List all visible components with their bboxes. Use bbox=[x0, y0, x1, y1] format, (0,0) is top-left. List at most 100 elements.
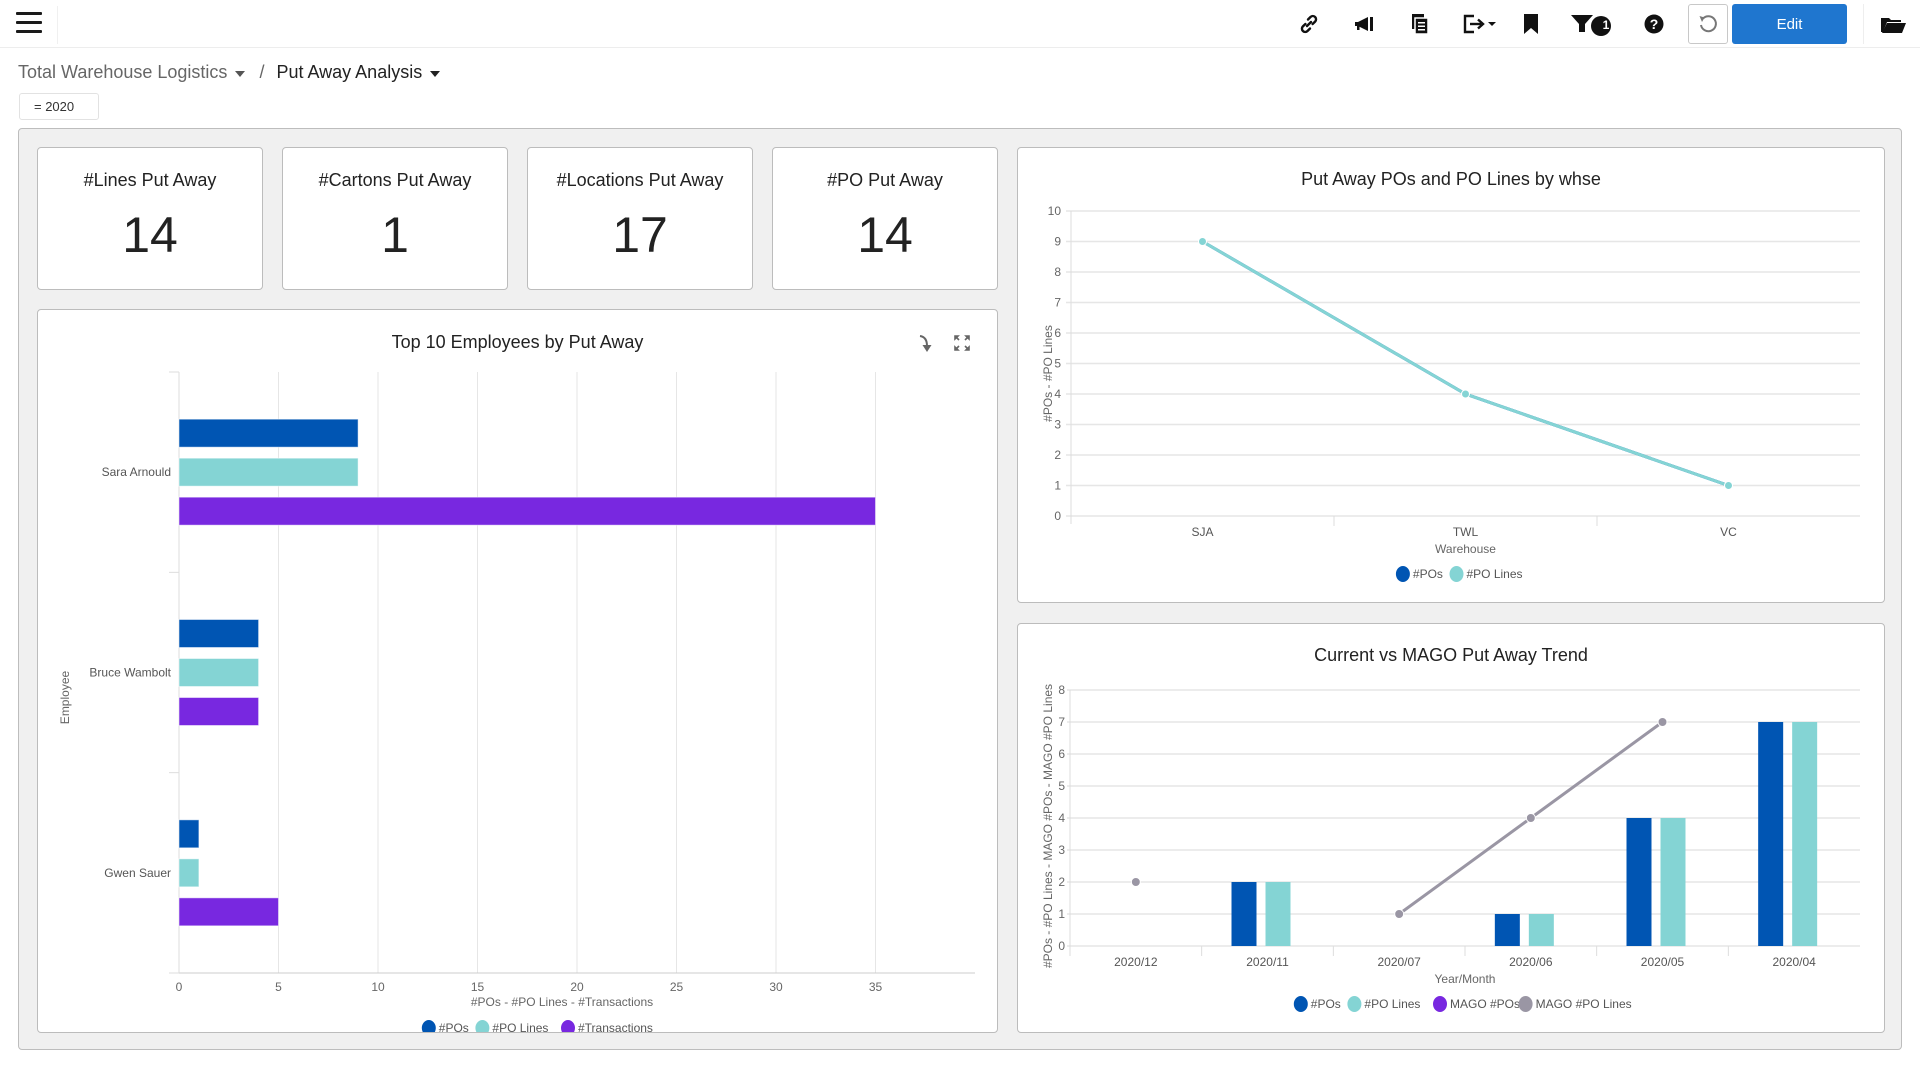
legend-label: MAGO #PO Lines bbox=[1536, 997, 1632, 1011]
filter-badge-count: 1 bbox=[1602, 18, 1610, 32]
y-tick-label: 8 bbox=[1054, 265, 1061, 279]
svg-text:?: ? bbox=[1650, 16, 1659, 32]
export-icon[interactable] bbox=[1460, 12, 1500, 36]
kpi-value: 1 bbox=[381, 207, 409, 263]
y-tick-label: 6 bbox=[1054, 326, 1061, 340]
bar bbox=[178, 819, 200, 849]
x-axis-label: #POs - #PO Lines - #Transactions bbox=[471, 995, 653, 1009]
refresh-icon bbox=[1699, 15, 1717, 33]
bar bbox=[1792, 722, 1818, 946]
kpi-card-cartons[interactable]: #Cartons Put Away 1 bbox=[282, 147, 508, 290]
legend-marker bbox=[1433, 996, 1447, 1012]
megaphone-icon[interactable] bbox=[1351, 12, 1377, 36]
x-tick-label: 15 bbox=[471, 980, 485, 994]
copy-document-icon[interactable] bbox=[1407, 12, 1433, 36]
x-tick-label: 20 bbox=[570, 980, 584, 994]
bar bbox=[1660, 818, 1686, 946]
kpi-title: #Lines Put Away bbox=[83, 170, 217, 190]
y-tick-label: 9 bbox=[1054, 235, 1061, 249]
x-tick-label: VC bbox=[1720, 525, 1737, 539]
y-tick-label: 7 bbox=[1058, 715, 1065, 729]
link-icon[interactable] bbox=[1296, 12, 1322, 36]
legend-marker bbox=[421, 1020, 436, 1032]
bar bbox=[178, 496, 876, 526]
data-point bbox=[1198, 237, 1207, 246]
hamburger-menu-icon[interactable] bbox=[16, 12, 42, 34]
x-tick-label: 2020/06 bbox=[1509, 955, 1553, 969]
x-tick-label: SJA bbox=[1191, 525, 1213, 539]
y-tick-label: 3 bbox=[1054, 418, 1061, 432]
bar bbox=[1626, 818, 1652, 946]
bookmark-icon[interactable] bbox=[1518, 12, 1544, 36]
x-tick-label: 10 bbox=[371, 980, 385, 994]
top-employees-chart: 0 5 10 15 20 25 30 35 Sara Arnould Bruce Wambolt G… bbox=[58, 371, 975, 1032]
bar bbox=[178, 418, 359, 448]
x-axis-label: Year/Month bbox=[1435, 972, 1496, 986]
data-point bbox=[1461, 389, 1470, 399]
top-employees-chart-panel: Top 10 Employees by Put Away 0 5 10 15 20 25 3… bbox=[37, 309, 998, 1033]
mago-trend-chart-panel: Current vs MAGO Put Away Trend 012345678… bbox=[1017, 623, 1885, 1033]
legend-marker bbox=[1518, 996, 1533, 1012]
legend-label: MAGO #POs bbox=[1450, 997, 1520, 1011]
caret-down-icon bbox=[430, 70, 441, 77]
legend-marker bbox=[1395, 566, 1410, 582]
toolbar-divider bbox=[1863, 4, 1864, 44]
dashboard-canvas: #Lines Put Away 14 #Cartons Put Away 1 #… bbox=[18, 128, 1902, 1050]
kpi-value: 14 bbox=[122, 207, 178, 263]
top-toolbar: 1 ? Edit bbox=[0, 0, 1920, 48]
y-tick-label: 2 bbox=[1054, 448, 1061, 462]
pos-by-whse-chart: 0 1 2 3 4 5 6 7 8 9 10 SJA TWL VC #POs - #PO Lines Ware… bbox=[1041, 204, 1860, 582]
y-tick-label: 4 bbox=[1058, 811, 1065, 825]
legend-label: #Transactions bbox=[578, 1021, 653, 1032]
breadcrumb-current-label: Put Away Analysis bbox=[276, 62, 423, 82]
y-tick-label: 0 bbox=[1058, 939, 1065, 953]
legend-label: #POs bbox=[439, 1021, 469, 1032]
legend-marker bbox=[1449, 566, 1464, 582]
kpi-title: #Cartons Put Away bbox=[318, 170, 472, 190]
data-point bbox=[1724, 481, 1733, 490]
bar bbox=[1758, 722, 1784, 946]
filter-icon[interactable]: 1 bbox=[1570, 12, 1614, 36]
legend-label: #POs bbox=[1311, 997, 1341, 1011]
data-point bbox=[1525, 813, 1536, 823]
legend-marker bbox=[561, 1020, 575, 1032]
year-filter-chip[interactable]: = 2020 bbox=[19, 93, 99, 120]
breadcrumb: Total Warehouse Logistics / Put Away Ana… bbox=[18, 62, 441, 83]
kpi-card-po[interactable]: #PO Put Away 14 bbox=[772, 147, 998, 290]
y-tick-label: Gwen Sauer bbox=[104, 866, 171, 880]
bar bbox=[178, 697, 260, 726]
legend-label: #PO Lines bbox=[1364, 997, 1420, 1011]
legend-label: #POs bbox=[1413, 567, 1443, 581]
y-axis-label: #POs - #PO Lines - MAGO #POs - MAGO #PO … bbox=[1041, 684, 1055, 968]
edit-button[interactable]: Edit bbox=[1732, 4, 1847, 44]
kpi-card-locations[interactable]: #Locations Put Away 17 bbox=[527, 147, 753, 290]
x-tick-label: 30 bbox=[769, 980, 783, 994]
legend-marker bbox=[475, 1020, 490, 1032]
y-tick-label: Bruce Wambolt bbox=[89, 666, 171, 680]
bar bbox=[178, 858, 200, 888]
caret-down-icon bbox=[235, 70, 246, 77]
folder-open-icon[interactable] bbox=[1878, 12, 1908, 36]
y-tick-label: 8 bbox=[1058, 683, 1065, 697]
x-tick-label: 2020/04 bbox=[1772, 955, 1816, 969]
kpi-card-lines[interactable]: #Lines Put Away 14 bbox=[37, 147, 263, 290]
y-tick-label: Sara Arnould bbox=[102, 465, 171, 479]
breadcrumb-separator: / bbox=[259, 62, 265, 82]
refresh-button[interactable] bbox=[1688, 4, 1728, 44]
breadcrumb-current[interactable]: Put Away Analysis bbox=[276, 62, 441, 83]
breadcrumb-parent[interactable]: Total Warehouse Logistics bbox=[18, 62, 246, 83]
y-tick-label: 5 bbox=[1054, 357, 1061, 371]
x-tick-label: 5 bbox=[275, 980, 282, 994]
kpi-value: 17 bbox=[612, 207, 668, 263]
x-tick-label: 35 bbox=[869, 980, 883, 994]
help-icon[interactable]: ? bbox=[1641, 12, 1667, 36]
y-tick-label: 3 bbox=[1058, 843, 1065, 857]
x-tick-label: TWL bbox=[1453, 525, 1479, 539]
bar bbox=[1528, 914, 1554, 946]
y-tick-label: 10 bbox=[1048, 204, 1062, 218]
legend-marker bbox=[1293, 996, 1308, 1012]
kpi-value: 14 bbox=[857, 207, 913, 263]
mago-trend-chart: 0 1 2 3 4 5 6 7 8 2020/12 2020/11 2020/07 2020/06 202… bbox=[1041, 683, 1860, 1012]
x-tick-label: 2020/05 bbox=[1641, 955, 1685, 969]
y-axis-label: #POs - #PO Lines bbox=[1041, 325, 1055, 422]
